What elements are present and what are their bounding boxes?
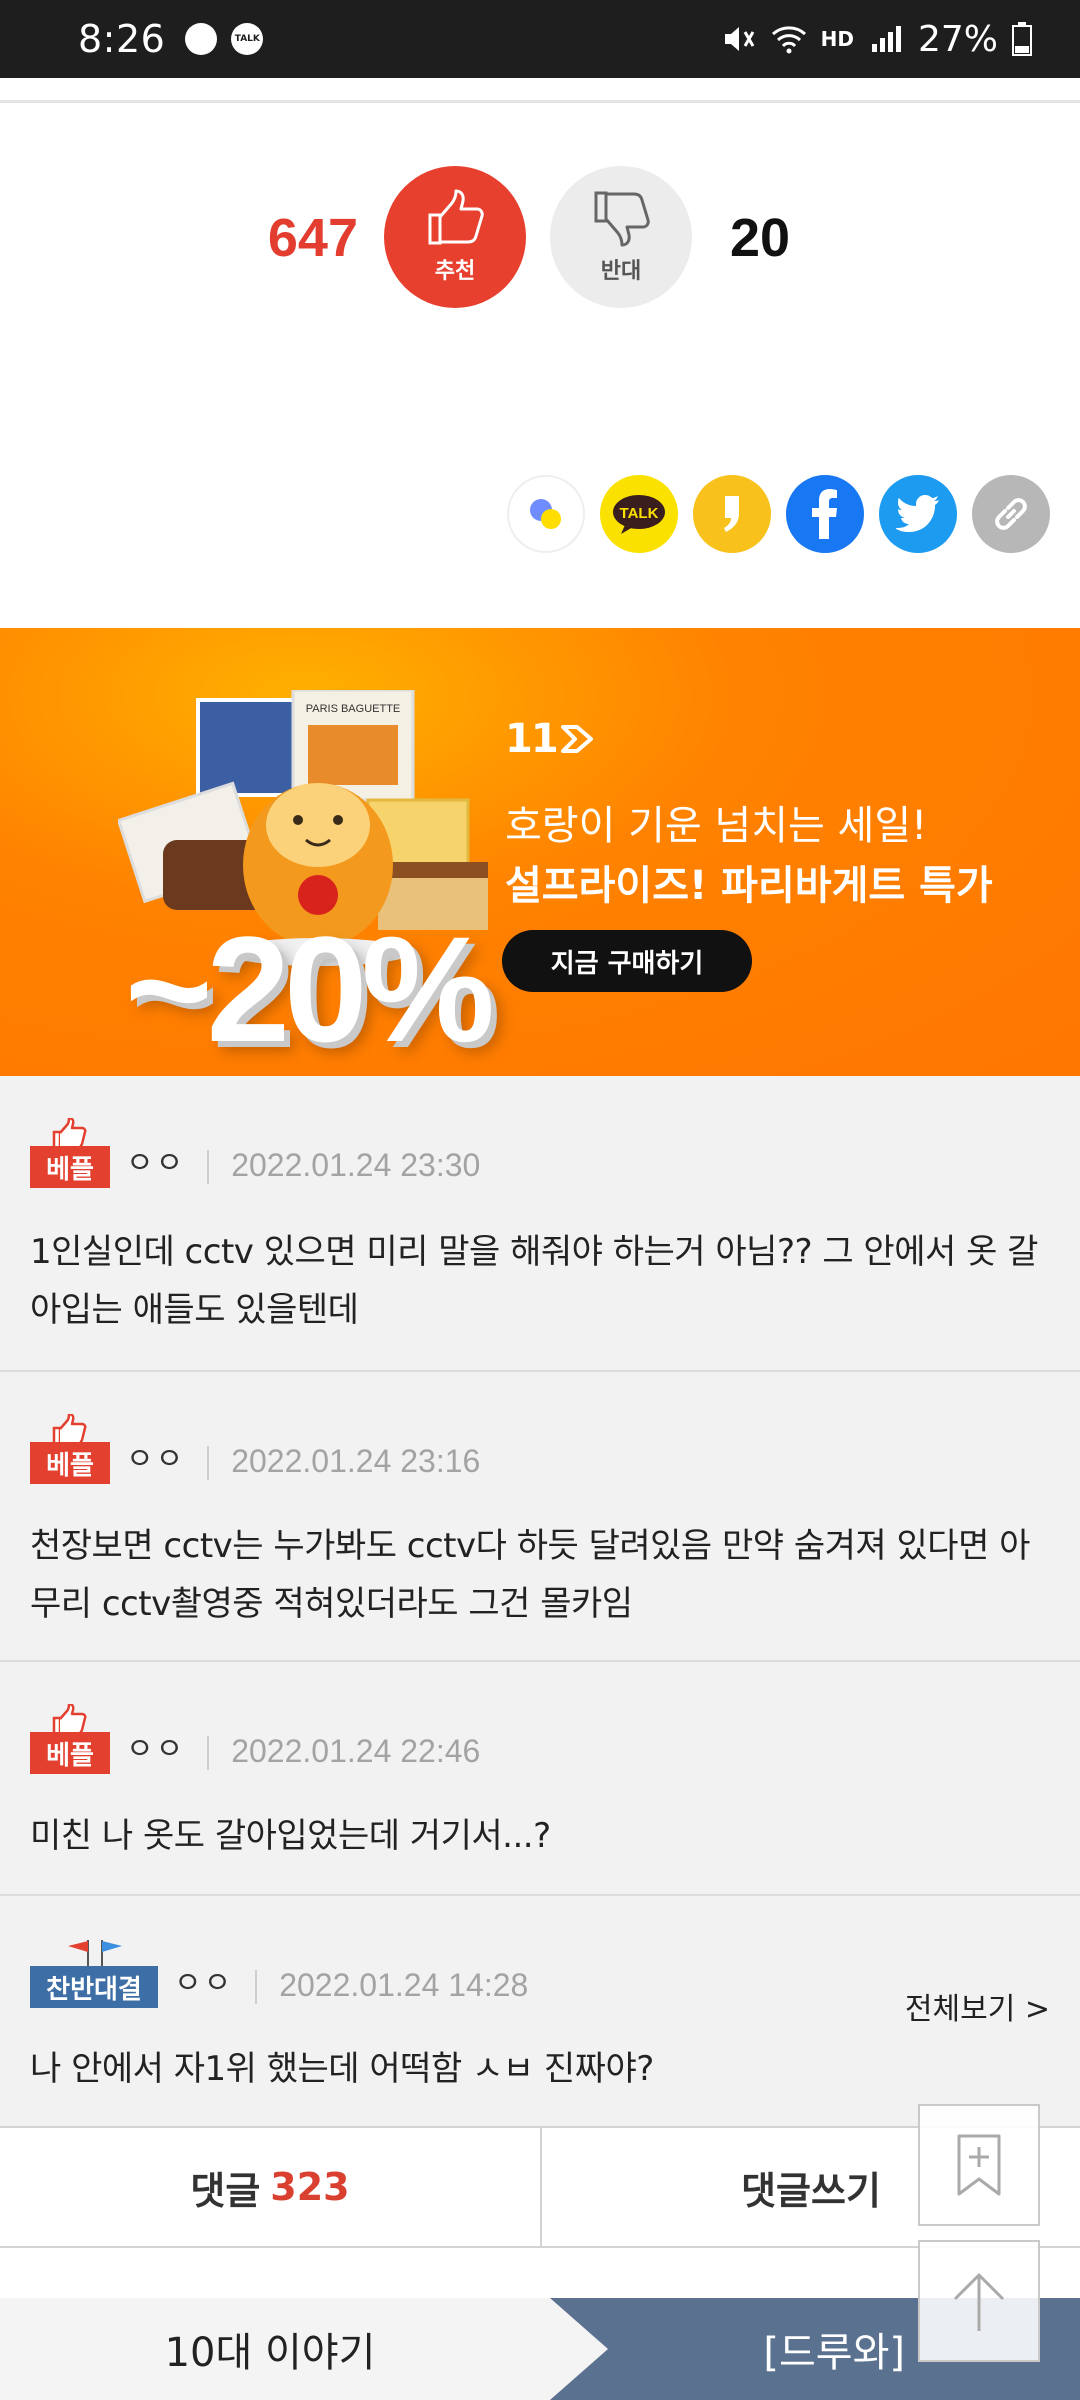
see-all-link[interactable]: 전체보기 > xyxy=(905,1984,1050,2028)
best-badge-label: 베플 xyxy=(30,1732,110,1774)
eleven-street-logo: 11 xyxy=(505,716,595,762)
bookmark-button[interactable] xyxy=(918,2104,1040,2226)
versus-badge-label: 찬반대결 xyxy=(30,1966,158,2008)
share-bar: TALK xyxy=(507,475,1050,553)
comment-text[interactable]: 1인실인데 cctv 있으면 미리 말을 해줘야 하는거 아님?? 그 안에서 … xyxy=(30,1223,1050,1339)
kakaotalk-icon-text: TALK xyxy=(620,505,659,522)
comment-date: 2022.01.24 23:16 xyxy=(231,1443,481,1479)
banner-subheadline: 설프라이즈! 파리바게트 특가 xyxy=(505,863,993,909)
link-icon xyxy=(995,498,1027,530)
arrow-up-icon xyxy=(953,2273,1005,2331)
comments-count: 323 xyxy=(270,2165,350,2209)
divider xyxy=(0,100,1080,103)
vote-area: 647 추천 반대 20 xyxy=(0,162,1080,312)
twitter-icon xyxy=(896,495,939,532)
battery-icon xyxy=(1012,22,1032,56)
meta-separator xyxy=(255,1970,258,2004)
comment-meta: 베플 ㅇㅇ 2022.01.24 22:46 xyxy=(30,1704,480,1774)
status-bar: 8:26 TALK HD 27% xyxy=(0,0,1080,78)
bookmark-add-icon xyxy=(957,2134,1001,2196)
scroll-top-button[interactable] xyxy=(918,2240,1040,2362)
facebook-share-button[interactable] xyxy=(786,475,864,553)
comment-nickname[interactable]: ㅇㅇ xyxy=(126,1434,185,1478)
comment-item: 베플 ㅇㅇ 2022.01.24 23:30 1인실인데 cctv 있으면 미리… xyxy=(0,1076,1080,1372)
best-badge: 베플 xyxy=(30,1704,110,1774)
comment-meta: 베플 ㅇㅇ 2022.01.24 23:30 xyxy=(30,1118,480,1188)
facebook-icon xyxy=(812,489,837,539)
hd-voice-label: HD xyxy=(820,27,854,51)
kakaostory-share-button[interactable] xyxy=(507,475,585,553)
status-time: 8:26 xyxy=(78,17,166,61)
box-brand-text: PARIS BAGUETTE xyxy=(306,703,401,715)
downvote-label: 반대 xyxy=(600,259,642,284)
comment-text[interactable]: 나 안에서 자1위 했는데 어떡함 ㅅㅂ 진짜야? xyxy=(30,2040,1050,2098)
comments-tab-label: 댓글 xyxy=(190,2168,261,2213)
downvote-button[interactable]: 반대 xyxy=(550,166,692,308)
comment-text[interactable]: 미친 나 옷도 갈아입었는데 거기서...? xyxy=(30,1807,1050,1865)
meta-separator xyxy=(207,1446,210,1480)
upvote-button[interactable]: 추천 xyxy=(384,166,526,308)
comment-item: 베플 ㅇㅇ 2022.01.24 23:16 천장보면 cctv는 누가봐도 c… xyxy=(0,1372,1080,1662)
logo-text: 11 xyxy=(505,716,559,762)
versus-badge: 찬반대결 xyxy=(30,1938,158,2008)
kakaopage-share-button[interactable] xyxy=(693,475,771,553)
thumbs-up-icon xyxy=(428,189,484,245)
comment-date: 2022.01.24 22:46 xyxy=(231,1733,481,1769)
comments-tab[interactable]: 댓글 323 xyxy=(0,2128,540,2246)
comment-date: 2022.01.24 23:30 xyxy=(231,1147,481,1183)
buy-now-button[interactable]: 지금 구매하기 xyxy=(502,930,752,992)
upvote-label: 추천 xyxy=(434,259,476,284)
comment-text[interactable]: 천장보면 cctv는 누가봐도 cctv다 하듯 달려있음 만약 숨겨져 있다면… xyxy=(30,1517,1050,1633)
best-comments-list: 베플 ㅇㅇ 2022.01.24 23:30 1인실인데 cctv 있으면 미리… xyxy=(0,1076,1080,2126)
twitter-share-button[interactable] xyxy=(879,475,957,553)
meta-separator xyxy=(207,1150,210,1184)
wifi-icon xyxy=(771,26,806,54)
thumbs-down-icon xyxy=(594,191,650,247)
notification-icons: TALK xyxy=(185,23,264,55)
best-badge: 베플 xyxy=(30,1118,110,1188)
copy-link-button[interactable] xyxy=(972,475,1050,553)
kakaotalk-notif-icon: TALK xyxy=(231,23,264,55)
logo-arrow-icon xyxy=(560,725,593,753)
kakaostory-icon xyxy=(530,499,561,529)
chat-bubble-icon xyxy=(185,23,218,55)
comment-item: 베플 ㅇㅇ 2022.01.24 22:46 미친 나 옷도 갈아입었는데 거기… xyxy=(0,1662,1080,1896)
meta-separator xyxy=(207,1736,210,1770)
status-right: HD 27% xyxy=(721,19,1032,60)
comment-nickname[interactable]: ㅇㅇ xyxy=(174,1958,233,2002)
comment-meta: 베플 ㅇㅇ 2022.01.24 23:16 xyxy=(30,1414,480,1484)
best-badge-label: 베플 xyxy=(30,1146,110,1188)
kakaotalk-share-button[interactable]: TALK xyxy=(600,475,678,553)
comment-item: 찬반대결 ㅇㅇ 2022.01.24 14:28 전체보기 > 나 안에서 자1… xyxy=(0,1896,1080,2126)
kakaotalk-icon: TALK xyxy=(613,495,665,534)
upvote-count: 647 xyxy=(267,208,358,268)
board-link-come-in[interactable]: [드루와] xyxy=(763,2298,905,2400)
board-link-teen-stories[interactable]: 10대 이야기 xyxy=(0,2298,560,2400)
comment-nickname[interactable]: ㅇㅇ xyxy=(126,1138,185,1182)
comment-date: 2022.01.24 14:28 xyxy=(279,1967,529,2003)
kakaopage-icon xyxy=(724,496,739,532)
best-badge-label: 베플 xyxy=(30,1442,110,1484)
write-comment-label: 댓글쓰기 xyxy=(741,2168,881,2213)
comment-meta: 찬반대결 ㅇㅇ 2022.01.24 14:28 xyxy=(30,1938,528,2008)
signal-icon xyxy=(871,26,901,52)
best-badge: 베플 xyxy=(30,1414,110,1484)
comment-nickname[interactable]: ㅇㅇ xyxy=(126,1724,185,1768)
discount-text: ~20% xyxy=(125,905,495,1073)
ad-banner[interactable]: PARIS BAGUETTE ~20% 11 호랑이 기운 넘치는 세일! 설프… xyxy=(0,628,1080,1076)
mute-icon xyxy=(724,27,754,51)
battery-percent: 27% xyxy=(917,18,998,60)
banner-headline: 호랑이 기운 넘치는 세일! xyxy=(505,803,928,849)
downvote-count: 20 xyxy=(730,208,791,268)
